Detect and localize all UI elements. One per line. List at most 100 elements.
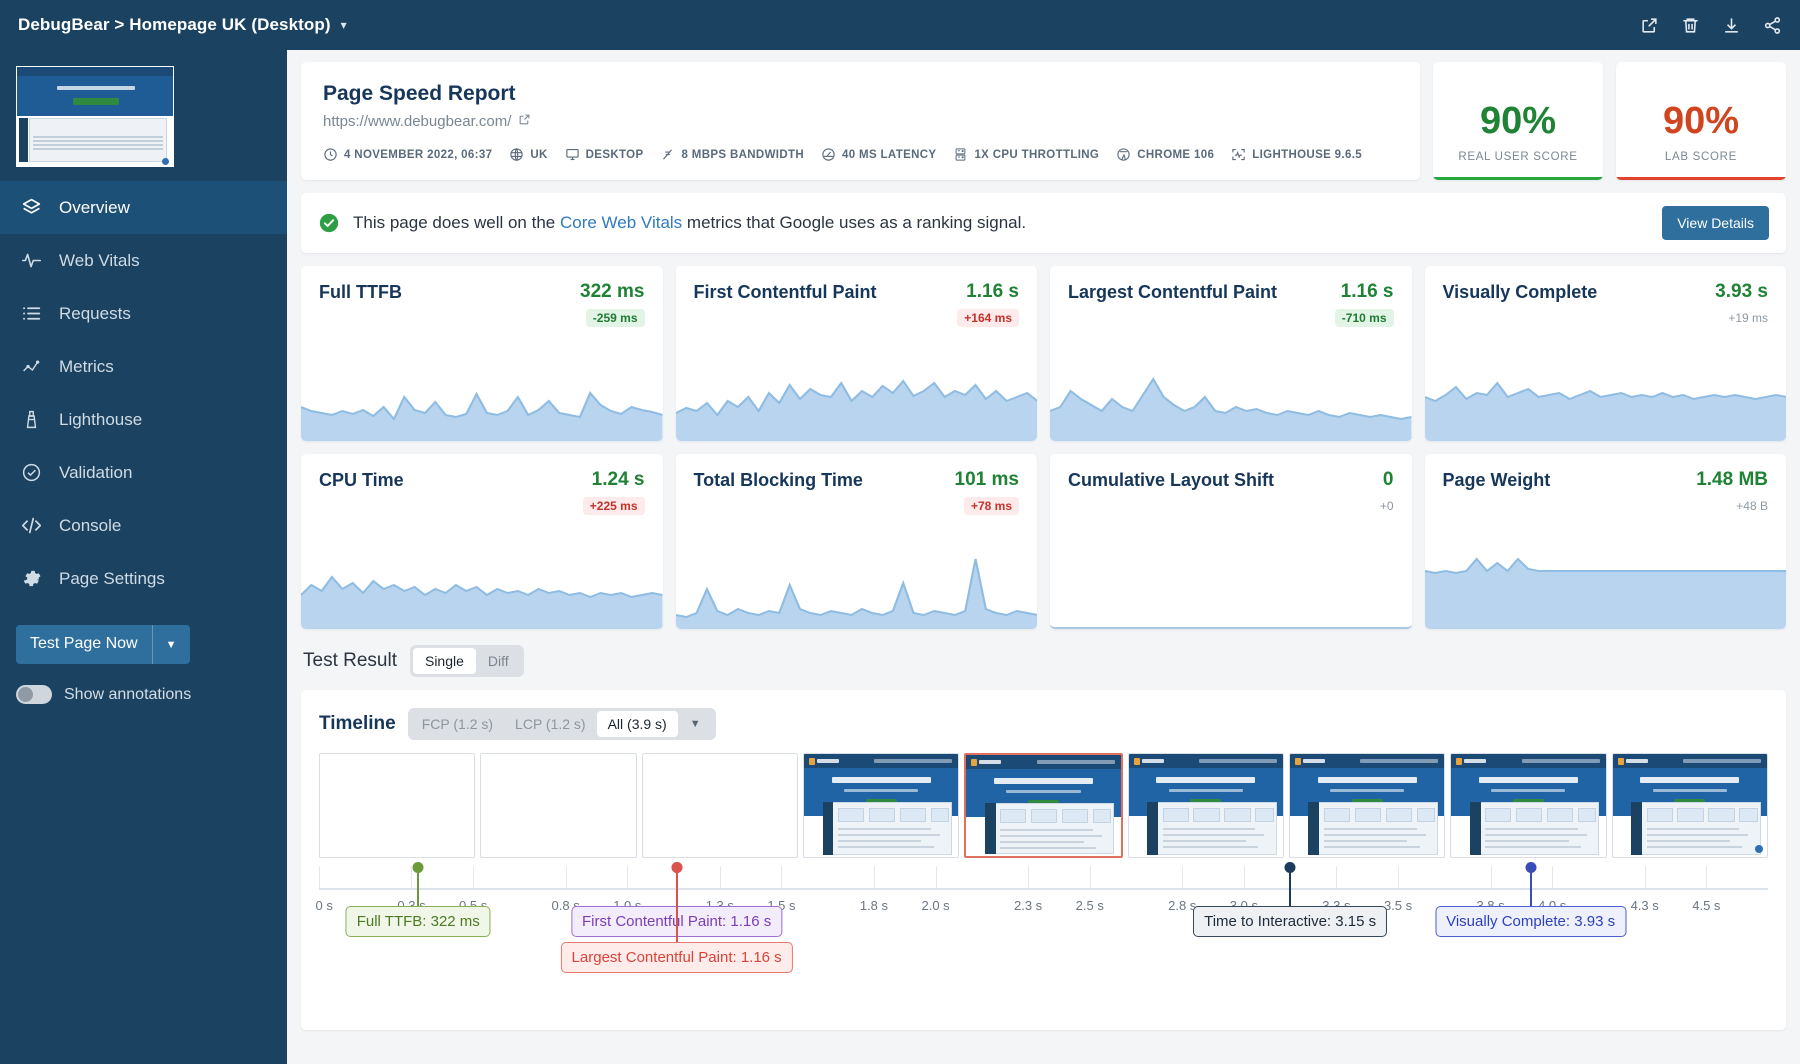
page-thumbnail[interactable] (0, 50, 287, 181)
lab-score-value: 90% (1662, 99, 1740, 142)
top-bar: DebugBear > Homepage UK (Desktop) ▾ (0, 0, 1800, 50)
gear-icon (21, 568, 47, 589)
sidebar-item-lighthouse[interactable]: Lighthouse (0, 393, 287, 446)
metric-name: First Contentful Paint (693, 282, 877, 302)
sidebar-item-console[interactable]: Console (0, 499, 287, 552)
meta-device: DESKTOP (565, 147, 644, 162)
metric-card-header: Page Weight 1.48 MB +48 B (1425, 454, 1787, 515)
filmstrip-frame[interactable] (802, 753, 960, 858)
test-result-option-single[interactable]: Single (412, 648, 476, 674)
chevron-down-icon[interactable]: ▾ (341, 18, 347, 32)
test-result-option-diff[interactable]: Diff (476, 648, 521, 674)
axis-tick-label: 3.8 s (1476, 898, 1505, 913)
breadcrumb-title[interactable]: DebugBear > Homepage UK (Desktop) (18, 15, 331, 35)
test-result-label: Test Result (303, 650, 397, 671)
list-icon (21, 303, 47, 324)
filmstrip-frame[interactable] (1611, 753, 1768, 858)
open-external-icon[interactable] (1640, 16, 1659, 35)
chevron-down-icon[interactable]: ▼ (678, 718, 713, 730)
sidebar-item-overview[interactable]: Overview (0, 181, 287, 234)
timeline-axis (319, 866, 1768, 896)
metric-card[interactable]: Total Blocking Time 101 ms +78 ms (675, 454, 1037, 629)
axis-tick-label: 0.3 s (397, 898, 426, 913)
view-details-button[interactable]: View Details (1662, 206, 1769, 240)
timeline-option-lcp[interactable]: LCP (1.2 s) (504, 711, 597, 737)
axis-tick (411, 866, 413, 888)
sidebar-item-validation[interactable]: Validation (0, 446, 287, 499)
metric-card[interactable]: CPU Time 1.24 s +225 ms (301, 454, 663, 629)
main-content: Page Speed Report https://www.debugbear.… (287, 50, 1800, 1064)
axis-tick-label: 4.5 s (1692, 898, 1721, 913)
meta-cpu-throttling: 1X CPU THROTTLING (953, 147, 1099, 162)
download-icon[interactable] (1722, 16, 1741, 35)
show-annotations-toggle[interactable] (16, 685, 52, 704)
share-icon[interactable] (1763, 16, 1782, 35)
sidebar-item-web-vitals[interactable]: Web Vitals (0, 234, 287, 287)
banner-text: This page does well on the Core Web Vita… (353, 213, 1026, 233)
timeline-header: Timeline FCP (1.2 s) LCP (1.2 s) All (3.… (319, 708, 1768, 740)
report-url[interactable]: https://www.debugbear.com/ (323, 113, 1398, 130)
timeline-option-all[interactable]: All (3.9 s) (596, 711, 678, 737)
delete-icon[interactable] (1681, 16, 1700, 35)
report-header-card: Page Speed Report https://www.debugbear.… (301, 62, 1420, 180)
metric-name: CPU Time (319, 470, 404, 490)
real-user-score-value: 90% (1479, 99, 1557, 142)
filmstrip-frame[interactable] (319, 753, 476, 858)
code-icon (21, 515, 47, 536)
sidebar-item-metrics[interactable]: Metrics (0, 340, 287, 393)
timeline-marker-label[interactable]: Largest Contentful Paint: 1.16 s (560, 942, 793, 973)
axis-tick (1336, 866, 1338, 888)
test-page-now-button[interactable]: Test Page Now ▼ (16, 625, 190, 664)
axis-tick (1552, 866, 1554, 888)
timeline-option-fcp[interactable]: FCP (1.2 s) (411, 711, 504, 737)
timeline-tick-labels: 0 s 0.3 s 0.5 s 0.8 s 1.0 s 1.3 s 1.5 s 1.8 s 2.… (316, 898, 1768, 924)
sidebar-item-page-settings[interactable]: Page Settings (0, 552, 287, 605)
metric-card[interactable]: First Contentful Paint 1.16 s +164 ms (675, 266, 1037, 441)
metric-card[interactable]: Cumulative Layout Shift 0 +0 (1050, 454, 1412, 629)
filmstrip-frame[interactable] (1450, 753, 1607, 858)
meta-label: 8 MBPS BANDWIDTH (681, 148, 804, 161)
axis-tick-label: 2.0 s (921, 898, 950, 913)
sidebar-item-label: Metrics (59, 356, 114, 376)
metric-card-header: CPU Time 1.24 s +225 ms (301, 454, 663, 515)
metric-card[interactable]: Full TTFB 322 ms -259 ms (301, 266, 663, 441)
filmstrip-frame[interactable] (1127, 753, 1284, 858)
metric-card-header: Cumulative Layout Shift 0 +0 (1050, 454, 1412, 515)
axis-tick (1243, 866, 1245, 888)
meta-label: DESKTOP (585, 148, 644, 161)
metric-card[interactable]: Page Weight 1.48 MB +48 B (1424, 454, 1787, 629)
sidebar-item-requests[interactable]: Requests (0, 287, 287, 340)
metric-card[interactable]: Visually Complete 3.93 s +19 ms (1424, 266, 1786, 441)
chevron-down-icon[interactable]: ▼ (153, 625, 190, 664)
metric-card-header: Full TTFB 322 ms -259 ms (301, 266, 663, 327)
meta-label: UK (530, 148, 548, 161)
filmstrip-frame[interactable] (1288, 753, 1446, 858)
filmstrip-frame[interactable] (964, 753, 1123, 858)
metric-value: 1.24 s (591, 469, 645, 490)
metric-sparkline (1050, 341, 1412, 441)
metric-sparkline (675, 529, 1037, 629)
axis-line (319, 888, 1768, 890)
metric-delta-badge: +19 ms (1728, 310, 1768, 325)
lighthouse-icon (21, 409, 47, 430)
meta-label: 1X CPU THROTTLING (974, 148, 1100, 161)
banner-text-before: This page does well on the (353, 213, 560, 232)
sidebar-item-label: Overview (59, 197, 130, 217)
filmstrip-frame[interactable] (641, 753, 798, 858)
sidebar-item-label: Page Settings (59, 568, 165, 588)
core-web-vitals-link[interactable]: Core Web Vitals (560, 213, 682, 232)
sidebar-item-label: Console (59, 515, 122, 535)
meta-timestamp: 4 NOVEMBER 2022, 06:37 (323, 147, 492, 162)
metric-card[interactable]: Largest Contentful Paint 1.16 s -710 ms (1050, 266, 1412, 441)
metric-value: 1.16 s (1340, 281, 1394, 302)
filmstrip-frame[interactable] (480, 753, 637, 858)
external-link-icon[interactable] (518, 113, 531, 130)
core-web-vitals-banner: This page does well on the Core Web Vita… (301, 193, 1786, 253)
metric-value: 1.48 MB (1696, 469, 1768, 490)
report-meta-row: 4 NOVEMBER 2022, 06:37 UK DESKTOP 8 MBPS… (323, 147, 1398, 162)
metric-values: 1.24 s +225 ms (582, 469, 645, 515)
frame-indicator-dot (1754, 845, 1763, 853)
metric-values: 1.16 s +164 ms (957, 282, 1019, 327)
axis-tick (719, 866, 721, 888)
metric-name: Cumulative Layout Shift (1068, 470, 1275, 490)
